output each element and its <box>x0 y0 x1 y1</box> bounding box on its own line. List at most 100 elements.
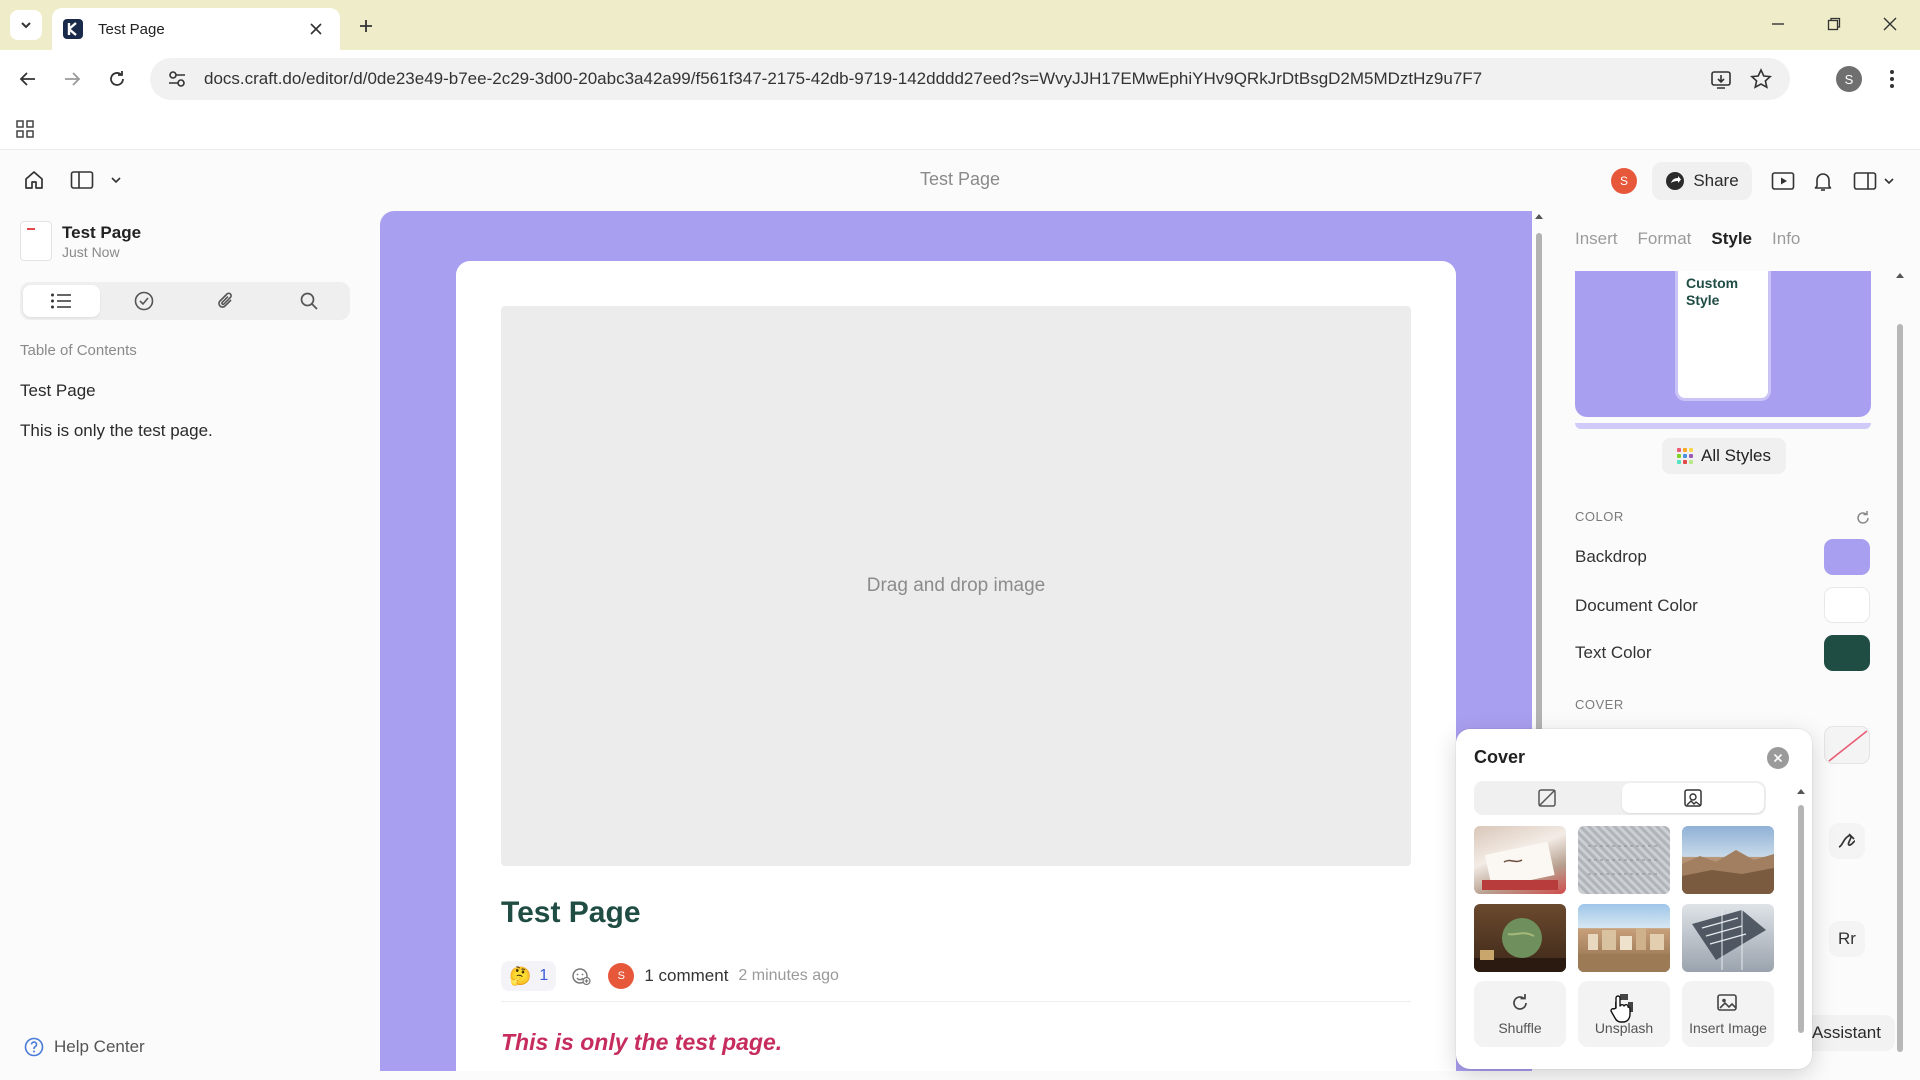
tab-tasks[interactable] <box>106 285 183 317</box>
tab-outline[interactable] <box>23 285 100 317</box>
cover-popover-scroll-thumb[interactable] <box>1798 805 1804 1033</box>
bell-icon <box>1814 173 1832 191</box>
bookmark-star-icon[interactable] <box>1748 66 1774 92</box>
document-thumbnail[interactable] <box>20 221 52 261</box>
text-color-swatch[interactable] <box>1824 635 1870 671</box>
cover-thumbnail[interactable] <box>1578 904 1670 972</box>
reaction-count: 1 <box>539 967 549 984</box>
close-icon <box>1773 753 1783 763</box>
reaction-badge[interactable]: 🤔 1 <box>501 961 557 991</box>
cover-thumbnail-grid <box>1474 826 1774 972</box>
cover-none-swatch[interactable] <box>1824 726 1870 764</box>
commenter-avatar[interactable]: S <box>608 963 635 989</box>
signature-style-button[interactable] <box>1829 823 1865 859</box>
new-tab-button[interactable] <box>352 13 380 39</box>
comment-count[interactable]: 1 comment <box>644 966 728 986</box>
present-button[interactable] <box>1768 166 1798 196</box>
document-scroll-thumb[interactable] <box>1536 233 1542 753</box>
help-center-label: Help Center <box>54 1037 145 1056</box>
assistant-button[interactable]: Assistant <box>1808 1015 1895 1051</box>
scroll-up-arrow-icon[interactable] <box>1796 787 1806 795</box>
all-styles-button[interactable]: All Styles <box>1662 438 1786 474</box>
style-preview-base <box>1575 423 1871 429</box>
help-center-link[interactable]: Help Center <box>24 1037 145 1057</box>
cover-image-dropzone[interactable]: Drag and drop image <box>501 306 1411 866</box>
scroll-up-arrow-icon[interactable] <box>1533 211 1545 221</box>
bookmarks-bar <box>0 108 1920 150</box>
all-styles-label: All Styles <box>1701 446 1771 465</box>
document-page: Drag and drop image Test Page 🤔 1 S 1 co… <box>456 261 1456 1071</box>
url-text[interactable]: docs.craft.do/editor/d/0de23e49-b7ee-2c2… <box>204 69 1694 89</box>
tab-attachments[interactable] <box>188 285 265 317</box>
assistant-label: Assistant <box>1812 1023 1881 1042</box>
home-button[interactable] <box>18 165 50 195</box>
inspector-scroll-thumb[interactable] <box>1897 324 1903 1052</box>
cover-thumbnail[interactable] <box>1474 904 1566 972</box>
inspector-scrollbar[interactable] <box>1894 270 1906 1070</box>
reset-colors-icon[interactable] <box>1854 509 1872 527</box>
page-body-text[interactable]: This is only the test page. <box>501 1029 782 1056</box>
sidebar-doc-time: Just Now <box>62 244 120 260</box>
cover-popover-scrollbar[interactable] <box>1796 787 1806 1063</box>
sidebar-toggle-button[interactable] <box>70 165 122 195</box>
reload-button[interactable] <box>101 63 133 95</box>
tab-info[interactable]: Info <box>1772 229 1800 249</box>
install-app-icon[interactable] <box>1708 66 1734 92</box>
paperclip-icon <box>218 292 233 308</box>
font-style-button[interactable]: Rr <box>1829 921 1865 957</box>
tab-insert[interactable]: Insert <box>1575 229 1618 249</box>
cover-thumbnail[interactable] <box>1682 904 1774 972</box>
tab-search-button[interactable] <box>10 10 42 40</box>
toc-item[interactable]: Test Page <box>20 381 96 401</box>
cover-mode-switcher <box>1474 781 1766 815</box>
tab-format[interactable]: Format <box>1638 229 1692 249</box>
close-window-button[interactable] <box>1870 8 1910 40</box>
style-preview-label: Custom Style <box>1686 275 1739 308</box>
browser-profile-avatar[interactable]: S <box>1836 66 1862 92</box>
document-title-text[interactable]: Test Page <box>920 169 1000 189</box>
add-reaction-button[interactable] <box>566 961 596 991</box>
tab-search[interactable] <box>271 285 348 317</box>
site-settings-icon[interactable] <box>166 68 188 90</box>
cover-mode-none[interactable] <box>1476 783 1618 813</box>
cover-thumbnail[interactable] <box>1474 826 1566 894</box>
insert-image-button[interactable]: Insert Image <box>1682 981 1774 1047</box>
backdrop-color-swatch[interactable] <box>1824 539 1870 575</box>
collaborator-avatar[interactable]: S <box>1611 168 1637 194</box>
browser-tab-strip: Test Page <box>0 0 1920 50</box>
shuffle-button[interactable]: Shuffle <box>1474 981 1566 1047</box>
home-icon <box>25 171 43 189</box>
craft-logo-icon <box>63 19 83 39</box>
scroll-up-arrow-icon[interactable] <box>1894 270 1906 280</box>
cover-thumbnail[interactable] <box>1682 826 1774 894</box>
no-cover-slash-icon <box>1828 730 1868 762</box>
sidebar-doc-name[interactable]: Test Page <box>62 223 141 243</box>
apps-grid-button[interactable] <box>12 116 38 142</box>
browser-menu-button[interactable] <box>1880 65 1904 93</box>
restore-button[interactable] <box>1814 8 1854 40</box>
plus-icon <box>360 20 372 32</box>
cover-thumbnail[interactable] <box>1578 826 1670 894</box>
cover-popover-close-button[interactable] <box>1767 747 1789 769</box>
back-button[interactable] <box>12 63 44 95</box>
document-color-swatch[interactable] <box>1824 587 1870 623</box>
minimize-button[interactable] <box>1758 8 1798 40</box>
browser-tab-active[interactable]: Test Page <box>52 8 340 50</box>
forward-button[interactable] <box>56 63 88 95</box>
sidebar-view-switcher <box>20 282 350 320</box>
share-button[interactable]: Share <box>1652 162 1752 200</box>
cover-placeholder-text: Drag and drop image <box>866 575 1046 596</box>
tab-close-icon[interactable] <box>306 19 326 39</box>
page-title[interactable]: Test Page <box>501 896 641 930</box>
arrow-right-icon <box>65 72 81 86</box>
cover-mode-image[interactable] <box>1622 783 1764 813</box>
toc-item[interactable]: This is only the test page. <box>20 421 213 441</box>
url-bar[interactable]: docs.craft.do/editor/d/0de23e49-b7ee-2c2… <box>150 58 1790 100</box>
share-icon <box>1666 172 1685 190</box>
notifications-button[interactable] <box>1808 166 1838 196</box>
document-backdrop: Drag and drop image Test Page 🤔 1 S 1 co… <box>380 211 1532 1071</box>
tab-style[interactable]: Style <box>1711 229 1752 249</box>
cover-popover: Cover Shuffle Unsplash Insert Image <box>1456 729 1812 1069</box>
inspector-toggle-button[interactable] <box>1850 166 1898 196</box>
style-preview[interactable]: Custom Style <box>1575 271 1871 417</box>
